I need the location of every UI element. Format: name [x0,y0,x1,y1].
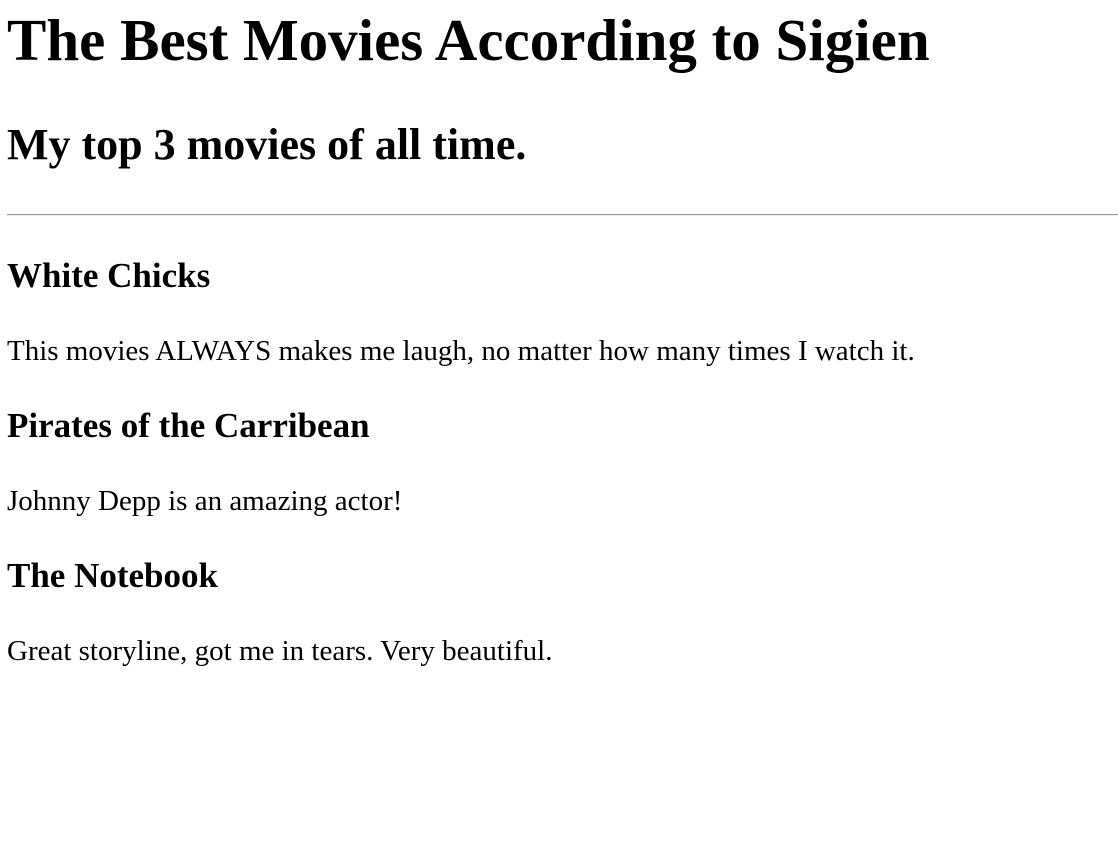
movie-comment: Johnny Depp is an amazing actor! [7,485,403,517]
page-title: The Best Movies According to Sigien [7,7,930,73]
page-subtitle: My top 3 movies of all time. [7,120,527,169]
movie-entry: White Chicks This movies ALWAYS makes me… [7,256,1118,368]
movie-comment: This movies ALWAYS makes me laugh, no ma… [7,335,915,367]
movie-entry: The Notebook Great storyline, got me in … [7,556,1118,668]
movie-title: White Chicks [7,256,211,295]
movie-title: The Notebook [7,556,218,595]
page-content: The Best Movies According to Sigien My t… [0,0,1118,668]
movie-comment: Great storyline, got me in tears. Very b… [7,635,553,667]
movie-title: Pirates of the Carribean [7,406,370,445]
divider [7,214,1118,216]
movie-entry: Pirates of the Carribean Johnny Depp is … [7,406,1118,518]
